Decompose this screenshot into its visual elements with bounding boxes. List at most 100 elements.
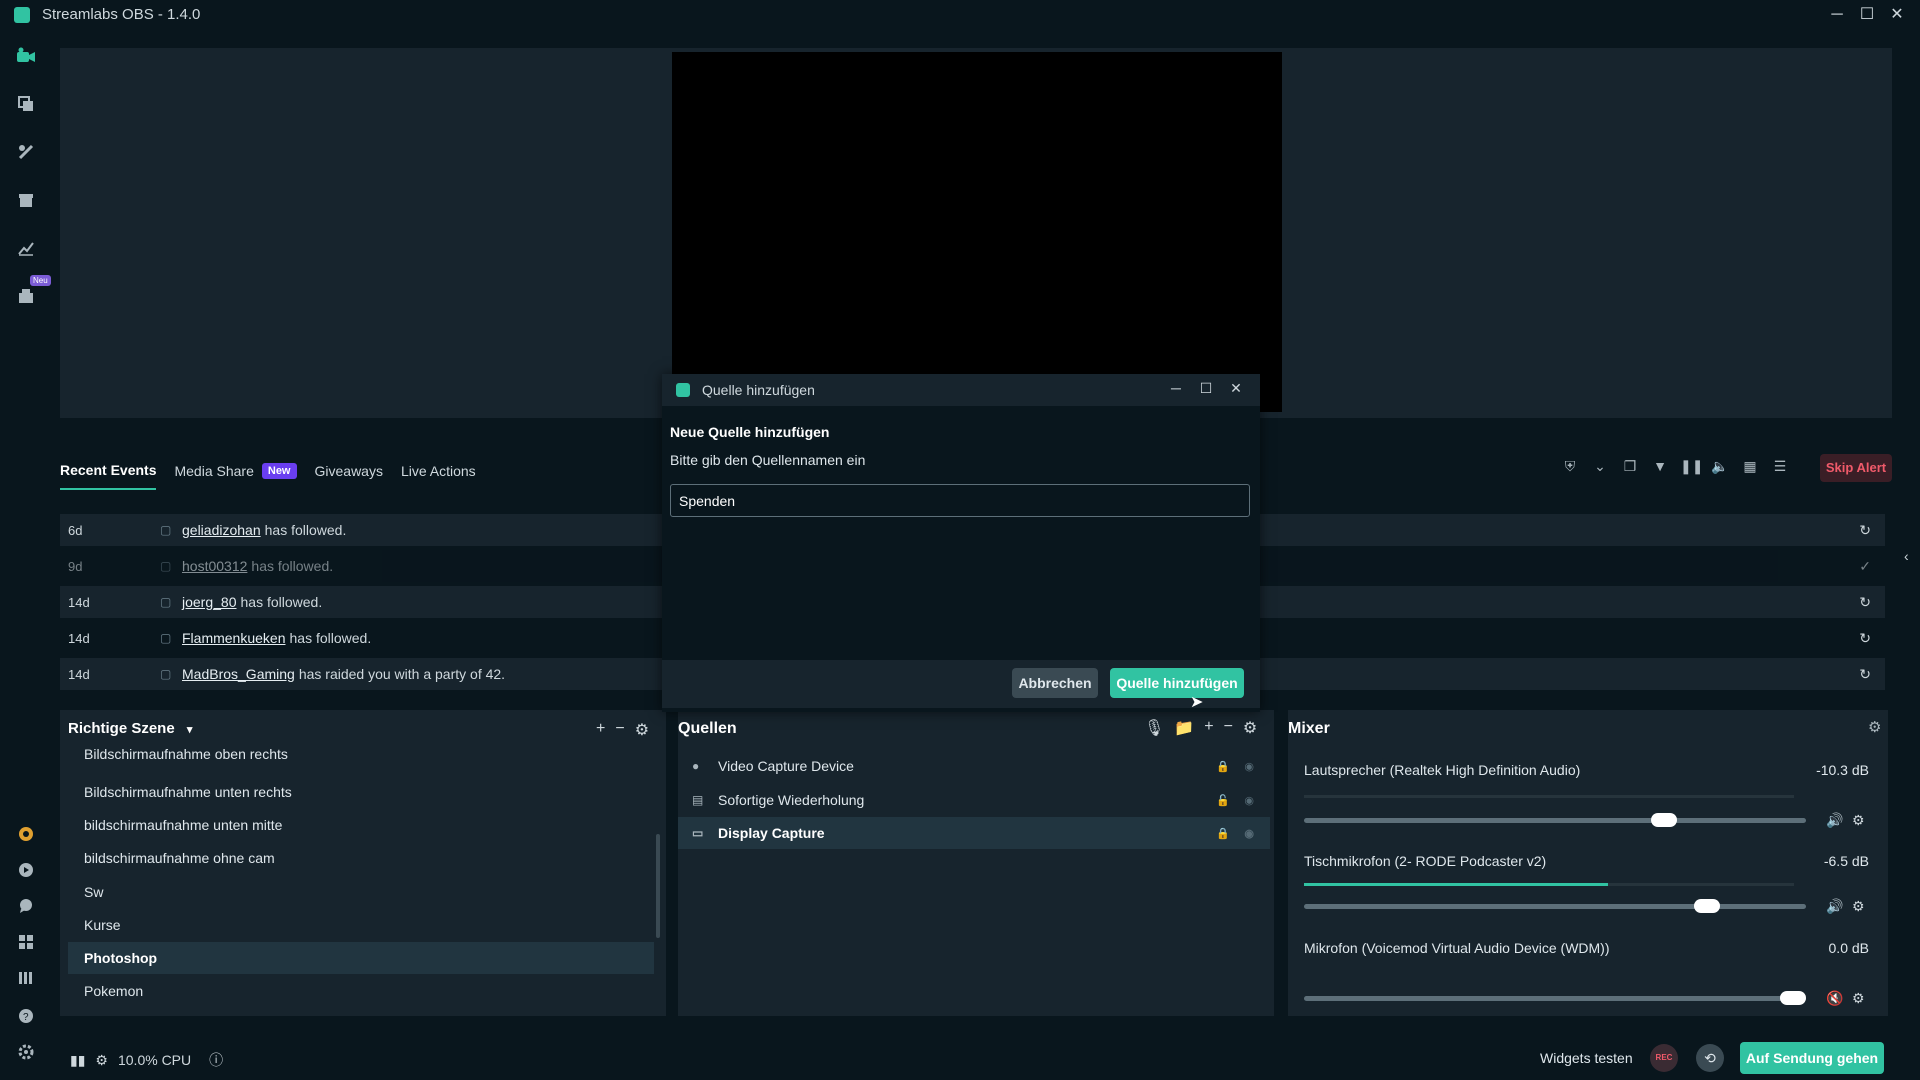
channel-settings-icon[interactable]: ⚙ xyxy=(1852,812,1865,829)
filter-icon[interactable]: ▼ xyxy=(1650,456,1670,476)
source-settings-icon[interactable]: ⚙ xyxy=(1243,718,1257,738)
replay-buffer-icon[interactable]: ⟲ xyxy=(1696,1044,1724,1072)
widgets-test-button[interactable]: Widgets testen xyxy=(1540,1050,1633,1066)
speaker-icon[interactable]: 🔊 xyxy=(1826,898,1843,915)
event-message: has followed. xyxy=(264,522,347,538)
scene-item[interactable]: Pokemon xyxy=(68,975,654,1007)
mixer-channel-name: Lautsprecher (Realtek High Definition Au… xyxy=(1304,762,1581,778)
minimize-button[interactable]: ─ xyxy=(1822,2,1852,28)
settings-gear-icon[interactable] xyxy=(14,1040,38,1064)
play-circle-icon[interactable] xyxy=(14,858,38,882)
volume-slider-knob[interactable] xyxy=(1651,813,1678,827)
speaker-icon[interactable]: 🔊 xyxy=(1826,812,1843,829)
scene-settings-icon[interactable]: ⚙ xyxy=(635,720,649,740)
volume-slider[interactable] xyxy=(1304,813,1806,827)
pause-icon[interactable]: ❚❚ xyxy=(1680,456,1703,476)
visibility-icon[interactable]: ◉ xyxy=(1244,794,1254,807)
scene-item[interactable]: bildschirmaufnahme ohne cam xyxy=(68,842,654,874)
grid-view-icon[interactable]: ▦ xyxy=(1740,456,1760,476)
add-source-button[interactable]: Quelle hinzufügen xyxy=(1110,668,1244,698)
help-icon[interactable]: ? xyxy=(14,1004,38,1028)
folder-icon[interactable]: 📁 xyxy=(1174,718,1194,738)
apps-icon[interactable] xyxy=(14,284,38,308)
add-source-icon[interactable]: + xyxy=(1204,718,1213,738)
lock-icon[interactable]: 🔓 xyxy=(1216,794,1230,807)
repeat-alert-icon[interactable]: ↻ xyxy=(1859,666,1871,683)
remove-scene-icon[interactable]: − xyxy=(615,720,624,740)
window-title: Streamlabs OBS - 1.4.0 xyxy=(42,6,201,23)
channel-settings-icon[interactable]: ⚙ xyxy=(1852,898,1865,915)
event-user-link[interactable]: host00312 xyxy=(182,558,247,574)
scene-item[interactable]: Bildschirmaufnahme oben rechts xyxy=(68,744,654,772)
volume-icon[interactable]: 🔈 xyxy=(1710,456,1730,476)
layout-icon[interactable] xyxy=(14,92,38,116)
dialog-close-button[interactable]: ✕ xyxy=(1224,380,1248,397)
repeat-alert-icon[interactable]: ↻ xyxy=(1859,630,1871,647)
svg-text:?: ? xyxy=(23,1012,29,1023)
tab-giveaways[interactable]: Giveaways xyxy=(315,463,383,479)
volume-slider[interactable] xyxy=(1304,991,1806,1005)
stats-chart-icon[interactable]: ▮▮ xyxy=(70,1052,85,1069)
scene-collection-selector[interactable]: Richtige Szene ▾ xyxy=(68,720,192,737)
chevron-left-icon[interactable]: ‹ xyxy=(1904,548,1909,564)
scene-item-active[interactable]: Photoshop xyxy=(68,942,654,974)
events-toolbar: ⛨ ⌄ ❐ ▼ ❚❚ 🔈 ▦ ☰ xyxy=(1560,456,1790,476)
scene-item[interactable]: Bildschirmaufnahme unten rechts xyxy=(68,776,654,808)
event-user-link[interactable]: geliadizohan xyxy=(182,522,261,538)
lock-icon[interactable]: 🔒 xyxy=(1216,760,1230,773)
prime-icon[interactable] xyxy=(14,822,38,846)
themes-icon[interactable] xyxy=(14,140,38,164)
mic-icon[interactable]: 🎙 xyxy=(1144,718,1164,738)
source-name-input[interactable] xyxy=(670,484,1250,517)
tab-recent-events[interactable]: Recent Events xyxy=(60,462,157,490)
footer-bar xyxy=(52,1030,1920,1080)
source-item[interactable]: ▤ Sofortige Wiederholung 🔓 ◉ xyxy=(678,784,1270,816)
event-user-link[interactable]: MadBros_Gaming xyxy=(182,666,295,682)
event-user-link[interactable]: joerg_80 xyxy=(182,594,237,610)
speaker-muted-icon[interactable]: 🔇 xyxy=(1826,990,1843,1007)
visibility-icon[interactable]: ◉ xyxy=(1244,760,1254,773)
go-live-button[interactable]: Auf Sendung gehen xyxy=(1740,1042,1884,1074)
tab-live-actions[interactable]: Live Actions xyxy=(401,463,476,479)
checkmark-icon[interactable]: ✓ xyxy=(1859,558,1871,575)
sources-toolbar: 🎙 📁 + − ⚙ xyxy=(1144,718,1257,738)
source-item-active[interactable]: ▭ Display Capture 🔒 ◉ xyxy=(678,817,1270,849)
mixer-settings-icon[interactable]: ⚙ xyxy=(1868,718,1881,736)
stream-preview[interactable] xyxy=(672,52,1282,412)
repeat-alert-icon[interactable]: ↻ xyxy=(1859,522,1871,539)
lock-icon[interactable]: 🔒 xyxy=(1216,827,1230,840)
record-button[interactable]: REC xyxy=(1650,1044,1678,1072)
list-view-icon[interactable]: ☰ xyxy=(1770,456,1790,476)
event-user-link[interactable]: Flammenkueken xyxy=(182,630,286,646)
volume-slider[interactable] xyxy=(1304,899,1806,913)
scene-item[interactable]: bildschirmaufnahme unten mitte xyxy=(68,809,654,841)
scene-item[interactable]: Sw xyxy=(68,876,654,908)
add-scene-icon[interactable]: + xyxy=(596,720,605,740)
scenes-scrollbar[interactable] xyxy=(656,834,660,938)
chat-icon[interactable] xyxy=(14,894,38,918)
store-icon[interactable] xyxy=(14,188,38,212)
source-item[interactable]: ● Video Capture Device 🔒 ◉ xyxy=(678,750,1270,782)
dashboard-chart-icon[interactable] xyxy=(14,236,38,260)
channel-settings-icon[interactable]: ⚙ xyxy=(1852,990,1865,1007)
maximize-button[interactable]: ☐ xyxy=(1852,2,1882,28)
dialog-minimize-button[interactable]: ─ xyxy=(1164,380,1188,396)
volume-slider-knob[interactable] xyxy=(1694,899,1721,913)
info-icon[interactable]: ⓘ xyxy=(209,1050,223,1070)
editor-icon[interactable] xyxy=(14,44,38,68)
volume-slider-knob[interactable] xyxy=(1780,991,1806,1005)
remove-source-icon[interactable]: − xyxy=(1224,718,1233,738)
close-button[interactable]: ✕ xyxy=(1882,2,1912,28)
cancel-button[interactable]: Abbrechen xyxy=(1012,668,1098,698)
shield-icon[interactable]: ⛨ xyxy=(1560,456,1580,476)
tab-media-share[interactable]: Media Share xyxy=(174,463,253,479)
library-icon[interactable] xyxy=(14,966,38,990)
repeat-alert-icon[interactable]: ↻ xyxy=(1859,594,1871,611)
chevron-down-icon[interactable]: ⌄ xyxy=(1590,456,1610,476)
scene-item[interactable]: Kurse xyxy=(68,909,654,941)
grid-icon[interactable] xyxy=(14,930,38,954)
visibility-icon[interactable]: ◉ xyxy=(1244,827,1254,840)
dialog-maximize-button[interactable]: ☐ xyxy=(1194,380,1218,397)
skip-alert-button[interactable]: Skip Alert xyxy=(1820,454,1892,482)
popout-icon[interactable]: ❐ xyxy=(1620,456,1640,476)
